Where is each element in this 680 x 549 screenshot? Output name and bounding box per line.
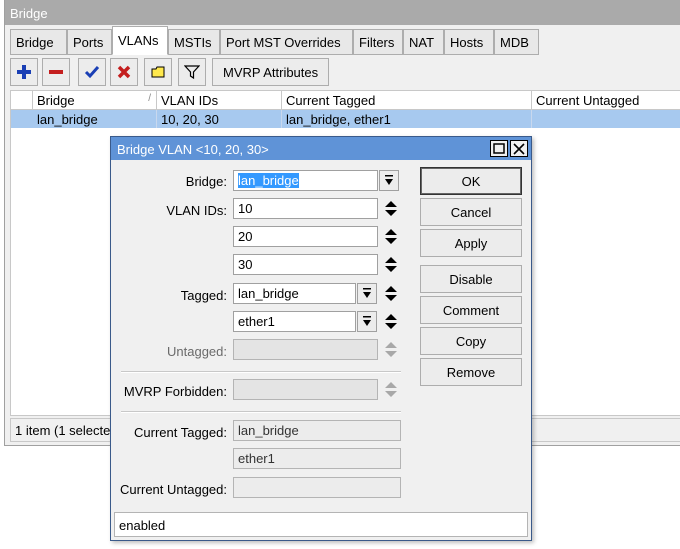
vlan-id-field-3[interactable]: 30 (233, 254, 378, 275)
copy-button[interactable]: Copy (420, 327, 522, 355)
dropdown-arrow-icon (385, 174, 393, 185)
current-tagged-field-2: ether1 (233, 448, 401, 469)
mvrp-forbidden-label: MVRP Forbidden: (123, 384, 227, 399)
filter-button[interactable] (178, 58, 206, 86)
tagged-2-updown-icon[interactable] (384, 311, 398, 332)
remove-icon (49, 70, 63, 74)
comment-button[interactable] (144, 58, 172, 86)
dropdown-arrow-icon (363, 315, 371, 326)
current-untagged-field (233, 477, 401, 498)
mvrp-attributes-button[interactable]: MVRP Attributes (212, 58, 330, 86)
cancel-button[interactable]: Cancel (420, 198, 522, 226)
tab-vlans[interactable]: VLANs (112, 26, 168, 55)
close-icon (513, 142, 525, 155)
column-header-label: Bridge (37, 93, 75, 108)
tagged-1-updown-icon[interactable] (384, 283, 398, 304)
tab-port-mst-overrides[interactable]: Port MST Overrides (220, 29, 353, 55)
disable-button[interactable]: Disable (420, 265, 522, 293)
bridge-dropdown-button[interactable] (379, 170, 399, 191)
dropdown-arrow-icon (363, 287, 371, 298)
disable-button[interactable] (110, 58, 138, 86)
untagged-field (233, 339, 378, 360)
bridge-label: Bridge: (185, 174, 227, 189)
bridge-value: lan_bridge (238, 173, 299, 188)
tab-nat[interactable]: NAT (403, 29, 444, 55)
bridge-select[interactable]: lan_bridge (233, 170, 378, 191)
disable-icon (117, 65, 131, 79)
column-header-bridge[interactable]: Bridge / (33, 91, 157, 110)
enable-icon (84, 66, 100, 79)
sort-indicator-icon: / (148, 93, 151, 104)
untagged-updown-icon (385, 342, 397, 357)
apply-button[interactable]: Apply (420, 229, 522, 257)
table-row[interactable]: lan_bridge 10, 20, 30 lan_bridge, ether1 (11, 110, 680, 128)
tagged-2-dropdown-button[interactable] (357, 311, 377, 332)
vlan-id-field-2[interactable]: 20 (233, 226, 378, 247)
close-button[interactable] (510, 140, 528, 157)
cell-current-untagged (532, 110, 680, 128)
vlan-id-field-1[interactable]: 10 (233, 198, 378, 219)
tagged-label: Tagged: (180, 288, 227, 303)
tab-mdb[interactable]: MDB (494, 29, 539, 55)
tab-ports[interactable]: Ports (67, 29, 112, 55)
column-header-current-tagged[interactable]: Current Tagged (282, 91, 532, 110)
separator (121, 371, 401, 373)
tab-filters[interactable]: Filters (353, 29, 403, 55)
table-header-spacer (11, 91, 33, 110)
add-button[interactable] (10, 58, 38, 86)
vlan-id-2-updown-icon[interactable] (384, 226, 398, 247)
ok-button[interactable]: OK (420, 167, 522, 195)
maximize-button[interactable] (490, 140, 508, 157)
cell-bridge: lan_bridge (33, 110, 157, 128)
tagged-1-dropdown-button[interactable] (357, 283, 377, 304)
current-tagged-label: Current Tagged: (134, 425, 227, 440)
tab-bridge[interactable]: Bridge (10, 29, 67, 55)
tab-mstis[interactable]: MSTIs (168, 29, 220, 55)
dialog-status: enabled (114, 512, 528, 537)
cell-vlan-ids: 10, 20, 30 (157, 110, 282, 128)
bridge-vlan-dialog: Bridge VLAN <10, 20, 30> Bridge: lan_bri… (110, 136, 532, 541)
untagged-label: Untagged: (167, 344, 227, 359)
tagged-select-2[interactable]: ether1 (233, 311, 356, 332)
window-title: Bridge (5, 0, 680, 25)
column-header-vlan-ids[interactable]: VLAN IDs (157, 91, 282, 110)
remove-button[interactable]: Remove (420, 358, 522, 386)
vlan-id-3-updown-icon[interactable] (384, 254, 398, 275)
vlan-id-1-updown-icon[interactable] (384, 198, 398, 219)
tab-hosts[interactable]: Hosts (444, 29, 494, 55)
tagged-select-1[interactable]: lan_bridge (233, 283, 356, 304)
mvrp-forbidden-updown-icon (385, 382, 397, 397)
column-header-current-untagged[interactable]: Current Untagged (532, 91, 680, 110)
vlan-ids-label: VLAN IDs: (166, 203, 227, 218)
add-icon (17, 65, 31, 79)
maximize-icon (493, 143, 505, 154)
filter-icon (184, 65, 200, 80)
remove-button[interactable] (42, 58, 70, 86)
dialog-title: Bridge VLAN <10, 20, 30> (111, 137, 531, 160)
cell-current-tagged: lan_bridge, ether1 (282, 110, 532, 128)
comment-button[interactable]: Comment (420, 296, 522, 324)
enable-button[interactable] (78, 58, 106, 86)
current-untagged-label: Current Untagged: (120, 482, 227, 497)
comment-icon (151, 66, 165, 78)
mvrp-forbidden-field (233, 379, 378, 400)
current-tagged-field-1: lan_bridge (233, 420, 401, 441)
separator (121, 411, 401, 413)
